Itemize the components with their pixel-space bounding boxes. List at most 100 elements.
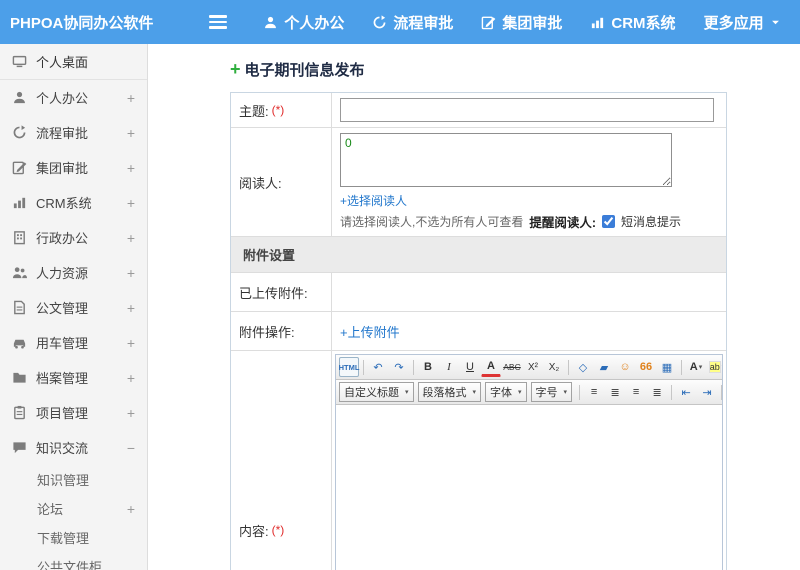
caret-down-icon: ▾ — [472, 389, 477, 396]
subject-row: 主题: (*) — [231, 93, 726, 128]
font-color-picker-icon[interactable]: A ▾ — [686, 357, 706, 377]
attachment-section-title: 附件设置 — [231, 237, 726, 272]
desktop-icon — [12, 55, 27, 68]
sidebar-item-personal-desktop[interactable]: 个人桌面 — [0, 44, 147, 80]
expander[interactable]: + — [127, 125, 135, 141]
person-icon — [265, 16, 277, 28]
sidebar-item-label: 公文管理 — [36, 301, 89, 316]
underline-icon[interactable]: U — [460, 357, 480, 377]
paragraph-format-select[interactable]: 段落格式 ▾ — [417, 382, 482, 402]
expander[interactable]: + — [127, 370, 135, 386]
caret-down-icon: ▾ — [563, 389, 568, 396]
indent-icon[interactable]: ⇥ — [697, 382, 717, 402]
highlight-icon[interactable]: ab▾ — [707, 357, 722, 377]
expander[interactable]: + — [127, 195, 135, 211]
sidebar-item-hr[interactable]: 人力资源 + — [0, 255, 147, 290]
upload-attachment-link[interactable]: +上传附件 — [340, 322, 400, 341]
html-source-icon[interactable]: HTML — [339, 357, 359, 377]
expander[interactable]: + — [127, 501, 135, 517]
strikethrough-icon[interactable]: ABC — [502, 357, 522, 377]
bold-icon[interactable]: B — [418, 357, 438, 377]
expander[interactable]: + — [127, 300, 135, 316]
nav-label: 流程审批 — [393, 14, 454, 32]
align-right-icon[interactable]: ≡ — [626, 382, 646, 402]
expander[interactable]: + — [127, 335, 135, 351]
readers-textarea[interactable]: 0 — [340, 133, 672, 187]
car-icon — [13, 339, 26, 349]
sidebar-item-official-documents[interactable]: 公文管理 + — [0, 290, 147, 325]
font-size-select[interactable]: 字号 ▾ — [530, 382, 573, 402]
remind-readers-label: 提醒阅读人: — [529, 216, 597, 230]
people-icon — [12, 267, 27, 279]
sms-notify-checkbox[interactable] — [602, 215, 616, 228]
table-icon[interactable]: ▦ — [657, 357, 677, 377]
sidebar-item-knowledge-exchange[interactable]: 知识交流 − — [0, 430, 147, 465]
top-navigation: 个人办公 流程审批 集团审批 CRM系统 更多应用 — [263, 12, 780, 33]
sidebar-item-crm[interactable]: CRM系统 + — [0, 185, 147, 220]
uploaded-attachments-row: 已上传附件: — [231, 273, 726, 312]
nav-item-crm[interactable]: CRM系统 — [590, 12, 676, 33]
expander[interactable]: + — [127, 265, 135, 281]
nav-item-more-apps[interactable]: 更多应用 — [704, 12, 781, 33]
uploaded-attachments-label: 已上传附件: — [239, 285, 308, 301]
italic-icon[interactable]: I — [439, 357, 459, 377]
sidebar-subitem-knowledge-management[interactable]: 知识管理 — [0, 465, 147, 494]
subscript-icon[interactable]: X₂ — [544, 357, 564, 377]
attachment-ops-label: 附件操作: — [239, 324, 295, 340]
sidebar-item-workflow-approval[interactable]: 流程审批 + — [0, 115, 147, 150]
format-brush-icon[interactable]: ▰ — [594, 357, 614, 377]
main-content: + 电子期刊信息发布 主题: (*) 阅读人: 0 +选择阅读人 请选择阅读人,… — [148, 44, 800, 570]
content-row: 内容: (*) HTML ↶ ↷ B I U A ABC X² X₂ ◇ ▰ ☺… — [231, 351, 726, 570]
expander[interactable]: + — [127, 160, 135, 176]
align-left-icon[interactable]: ≡ — [584, 382, 604, 402]
sidebar: 个人桌面 个人办公 + 流程审批 + 集团审批 + CRM系统 + 行政办公 + — [0, 44, 148, 570]
editor-content-area[interactable] — [336, 405, 722, 570]
align-center-icon[interactable]: ≣ — [605, 382, 625, 402]
font-family-select[interactable]: 字体 ▾ — [485, 382, 527, 402]
sidebar-subitem-download-management[interactable]: 下载管理 — [0, 523, 147, 552]
subject-input[interactable] — [340, 98, 714, 122]
menu-toggle-icon[interactable] — [209, 15, 228, 29]
outdent-icon[interactable]: ⇤ — [676, 382, 696, 402]
sidebar-subitem-label: 下载管理 — [37, 531, 90, 546]
building-icon — [14, 231, 25, 245]
expander[interactable]: − — [127, 440, 135, 456]
expander[interactable]: + — [127, 90, 135, 106]
redo-icon[interactable]: ↷ — [389, 357, 409, 377]
nav-item-workflow-approval[interactable]: 流程审批 — [372, 12, 453, 33]
clipboard-icon — [14, 405, 25, 420]
subject-label: 主题: — [239, 103, 269, 119]
font-color-icon[interactable]: A — [481, 357, 501, 377]
nav-item-group-approval[interactable]: 集团审批 — [481, 12, 562, 33]
custom-title-select[interactable]: 自定义标题 ▾ — [339, 382, 414, 402]
undo-icon[interactable]: ↶ — [368, 357, 388, 377]
caret-down-icon: ▾ — [518, 389, 522, 396]
sidebar-item-personal-office[interactable]: 个人办公 + — [0, 80, 147, 115]
flow-icon — [373, 14, 386, 28]
expander[interactable]: + — [127, 230, 135, 246]
select-readers-link[interactable]: +选择阅读人 — [340, 194, 407, 208]
bar-chart-icon — [13, 197, 26, 209]
sidebar-item-label: 个人办公 — [36, 91, 89, 106]
emoticon-icon[interactable]: ☺ — [615, 357, 635, 377]
sidebar-item-archives[interactable]: 档案管理 + — [0, 360, 147, 395]
sidebar-item-vehicle[interactable]: 用车管理 + — [0, 325, 147, 360]
required-mark: (*) — [271, 103, 285, 117]
eraser-icon[interactable]: ◇ — [573, 357, 593, 377]
sidebar-item-label: 用车管理 — [36, 336, 89, 351]
content-label: 内容: — [239, 523, 269, 539]
nav-item-personal-office[interactable]: 个人办公 — [263, 12, 344, 33]
superscript-icon[interactable]: X² — [523, 357, 543, 377]
expander[interactable]: + — [127, 405, 135, 421]
approval-icon — [482, 16, 496, 29]
sidebar-item-administration[interactable]: 行政办公 + — [0, 220, 147, 255]
sidebar-item-projects[interactable]: 项目管理 + — [0, 395, 147, 430]
sidebar-subitem-public-file-cabinet[interactable]: 公共文件柜 — [0, 552, 147, 570]
sidebar-item-label: 行政办公 — [36, 231, 89, 246]
sidebar-item-group-approval[interactable]: 集团审批 + — [0, 150, 147, 185]
page-title-text: 电子期刊信息发布 — [244, 61, 365, 79]
chat-icon — [13, 442, 26, 454]
sidebar-subitem-forum[interactable]: 论坛 + — [0, 494, 147, 523]
justify-icon[interactable]: ≣ — [647, 382, 667, 402]
blockquote-icon[interactable]: 66 — [636, 357, 656, 377]
